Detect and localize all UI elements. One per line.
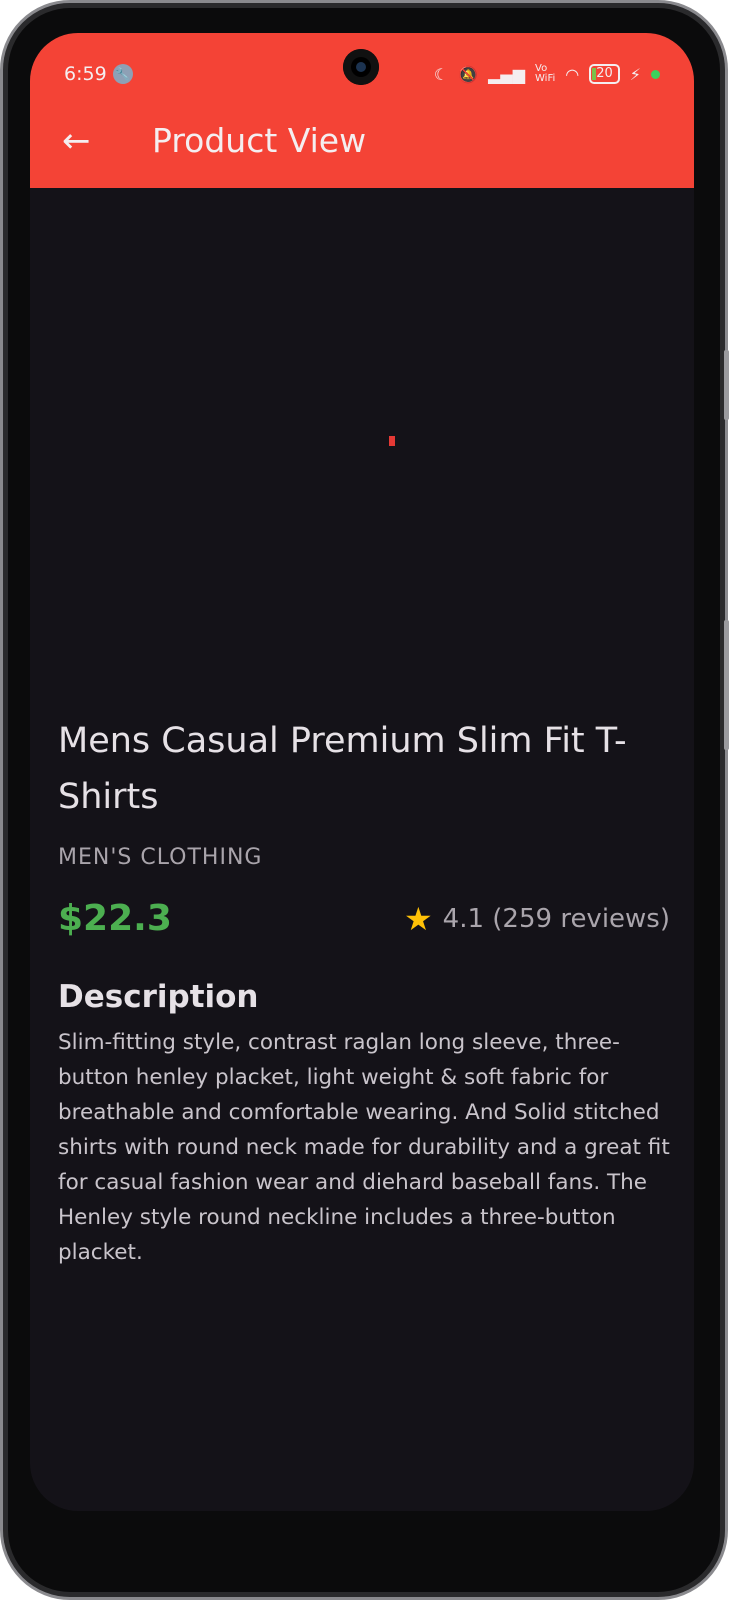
front-camera <box>343 49 379 85</box>
rating-text: 4.1 (259 reviews) <box>442 903 670 934</box>
power-button <box>724 620 729 750</box>
product-name: Mens Casual Premium Slim Fit T-Shirts <box>58 721 627 817</box>
product-price: $22.3 <box>58 898 172 939</box>
wrench-icon: 🔧 <box>112 64 133 84</box>
product-category: MEN'S CLOTHING <box>58 845 263 870</box>
product-rating: ★ 4.1 (259 reviews) <box>404 900 670 938</box>
page-title: Product View <box>152 121 367 160</box>
moon-icon: ☾ <box>433 64 449 84</box>
description-heading: Description <box>58 979 259 1015</box>
charging-icon: ⚡ <box>629 64 641 84</box>
product-description: Slim-fitting style, contrast raglan long… <box>58 1030 670 1265</box>
image-loading-indicator <box>389 436 395 446</box>
arrow-left-icon[interactable]: ← <box>62 121 91 161</box>
screen: 6:59 🔧 ☾ 🔕 ▂▄▆ Vo WiFi ◠ 20 ⚡ ← Product … <box>30 33 694 1511</box>
status-time: 6:59 <box>64 63 107 85</box>
volume-button <box>724 350 729 420</box>
green-dot-icon <box>651 69 660 79</box>
product-details: Mens Casual Premium Slim Fit T-Shirts ME… <box>58 713 670 1270</box>
battery-icon: 20 <box>589 64 620 84</box>
app-bar: 6:59 🔧 ☾ 🔕 ▂▄▆ Vo WiFi ◠ 20 ⚡ ← Product … <box>30 33 694 188</box>
bell-off-icon: 🔕 <box>458 64 479 84</box>
star-icon: ★ <box>403 899 433 938</box>
vowifi-icon: Vo WiFi <box>535 63 556 84</box>
wifi-icon: ◠ <box>565 64 580 84</box>
signal-icon: ▂▄▆ <box>488 64 525 84</box>
